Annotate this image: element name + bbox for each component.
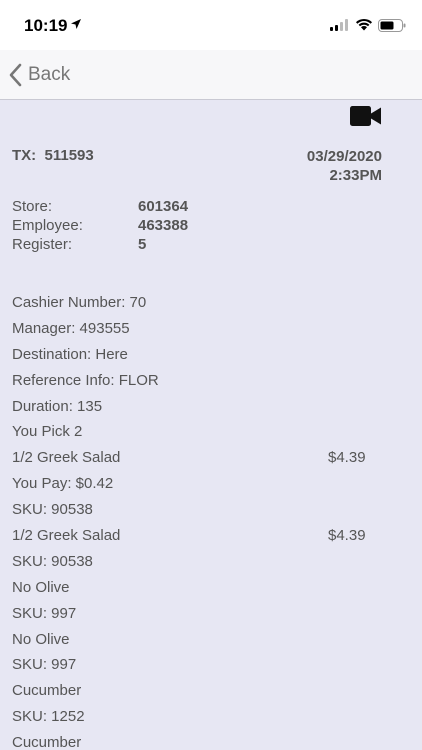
receipt-line: You Pick 2 [12, 421, 412, 447]
receipt-line-text: SKU: 90538 [12, 552, 93, 570]
receipt-line-price: $4.39 [328, 449, 366, 467]
tx-number: 511593 [44, 147, 94, 164]
navigation-bar: Back [0, 50, 422, 100]
transaction-datetime: 03/29/2020 2:33PM [307, 147, 382, 185]
chevron-left-icon [9, 63, 22, 87]
tx-label: TX: [12, 147, 37, 164]
receipt-line-text: No Olive [12, 578, 70, 596]
receipt-line-text: 1/2 Greek Salad [12, 449, 121, 467]
status-time: 10:19 [24, 16, 68, 35]
employee-value: 463388 [138, 217, 189, 234]
receipt-line: SKU: 90538 [12, 551, 412, 577]
receipt-line: SKU: 997 [12, 654, 412, 680]
receipt-line: Manager: 493555 [12, 318, 412, 344]
receipt-line-text: Cucumber [12, 734, 82, 750]
receipt-line: Cashier Number: 70 [12, 292, 412, 318]
receipt-line-text: SKU: 90538 [12, 501, 93, 519]
video-camera-icon[interactable] [350, 106, 381, 126]
receipt-line: 1/2 Greek Salad $4.39 [12, 525, 412, 551]
receipt-line-text: SKU: 997 [12, 656, 77, 674]
receipt-line: You Pay: $0.42 [12, 473, 412, 499]
receipt-line-text: You Pay: $0.42 [12, 475, 114, 493]
employee-label: Employee: [12, 217, 83, 234]
receipt-line: Duration: 135 [12, 396, 412, 422]
wifi-icon [356, 18, 372, 31]
location-arrow-icon [71, 19, 81, 29]
receipt-line: No Olive [12, 629, 412, 655]
receipt-line: Destination: Here [12, 344, 412, 370]
receipt-line: SKU: 1252 [12, 706, 412, 732]
receipt-line-text: No Olive [12, 630, 70, 648]
battery-icon [378, 19, 406, 32]
transaction-meta-values: 601364 463388 5 [138, 197, 188, 254]
receipt-line: Cucumber [12, 732, 412, 750]
tx-time: 2:33PM [329, 167, 382, 184]
store-value: 601364 [138, 198, 189, 215]
receipt-line-text: SKU: 1252 [12, 708, 85, 726]
back-label: Back [28, 64, 71, 85]
receipt-line: SKU: 997 [12, 603, 412, 629]
receipt-line-text: Cucumber [12, 682, 82, 700]
receipt-line-text: Reference Info: FLOR [12, 371, 159, 389]
back-button[interactable]: Back [8, 60, 70, 90]
receipt-line-text: Duration: 135 [12, 397, 103, 415]
receipt-lines: Cashier Number: 70 Manager: 493555 Destina… [12, 292, 412, 750]
receipt-line-text: Cashier Number: 70 [12, 294, 147, 311]
receipt-line: No Olive [12, 577, 412, 603]
receipt-line-text: 1/2 Greek Salad [12, 527, 121, 545]
transaction-meta-labels: Store: Employee: Register: [12, 197, 83, 254]
receipt-line: SKU: 90538 [12, 499, 412, 525]
tx-date: 03/29/2020 [306, 148, 382, 165]
cellular-signal-icon [330, 19, 348, 31]
register-value: 5 [138, 236, 147, 253]
receipt-line-price: $4.39 [328, 527, 366, 545]
receipt-line: 1/2 Greek Salad $4.39 [12, 447, 412, 473]
transaction-id: TX: 511593 [12, 147, 94, 164]
receipt-line: Reference Info: FLOR [12, 370, 412, 396]
receipt-line: Cucumber [12, 680, 412, 706]
receipt-line-text: Manager: 493555 [12, 319, 130, 337]
receipt-line-text: SKU: 997 [12, 604, 77, 622]
receipt-line-text: Destination: Here [12, 345, 128, 363]
store-label: Store: [12, 198, 53, 215]
register-label: Register: [12, 236, 73, 253]
receipt-line-text: You Pick 2 [12, 423, 83, 441]
status-bar: 10:19 [0, 0, 422, 50]
